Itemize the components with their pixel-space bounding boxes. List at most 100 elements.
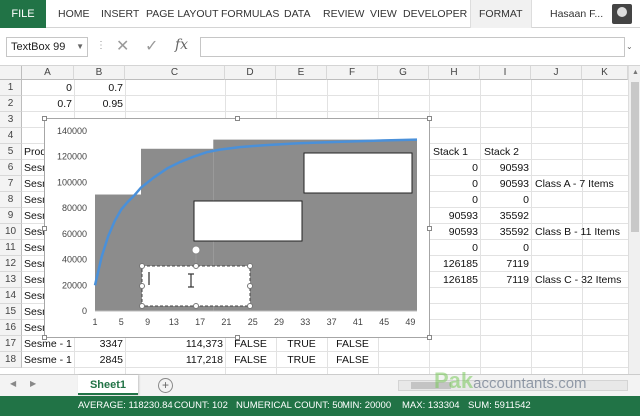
expand-formula-icon[interactable]: ⌄	[626, 42, 633, 51]
col-header-a[interactable]: A	[22, 66, 74, 80]
cell-h12[interactable]: 126185	[431, 256, 478, 272]
select-all-corner[interactable]	[0, 66, 22, 80]
chart-resize-handle[interactable]	[427, 335, 432, 340]
tab-developer[interactable]: DEVELOPER	[403, 0, 467, 28]
cell-h9[interactable]: 90593	[431, 208, 478, 224]
col-header-d[interactable]: D	[225, 66, 276, 80]
col-header-f[interactable]: F	[327, 66, 378, 80]
cell-i7[interactable]: 90593	[482, 176, 529, 192]
row-header-1[interactable]: 1	[0, 80, 22, 96]
cell-c18[interactable]: 117,218	[127, 352, 223, 368]
row-header-16[interactable]: 16	[0, 320, 22, 336]
cell-a18[interactable]: Sesme - 1	[24, 352, 74, 368]
chart-resize-handle[interactable]	[427, 116, 432, 121]
cell-i13[interactable]: 7119	[482, 272, 529, 288]
row-header-6[interactable]: 6	[0, 160, 22, 176]
row-header-3[interactable]: 3	[0, 112, 22, 128]
col-header-j[interactable]: J	[531, 66, 582, 80]
prev-sheet-icon[interactable]: ◀	[10, 379, 16, 388]
cell-h8[interactable]: 0	[431, 192, 478, 208]
row-header-9[interactable]: 9	[0, 208, 22, 224]
tab-formulas[interactable]: FORMULAS	[221, 0, 279, 28]
cell-i11[interactable]: 0	[482, 240, 529, 256]
col-header-i[interactable]: I	[480, 66, 531, 80]
sheet-tab-sheet1[interactable]: Sheet1	[78, 375, 138, 395]
chart-resize-handle[interactable]	[235, 116, 240, 121]
cell-h10[interactable]: 90593	[431, 224, 478, 240]
row-header-18[interactable]: 18	[0, 352, 22, 368]
cell-h13[interactable]: 126185	[431, 272, 478, 288]
cell-j13[interactable]: Class C - 32 Items	[535, 272, 628, 288]
insert-function-icon[interactable]: fx	[175, 37, 188, 53]
cell-h6[interactable]: 0	[431, 160, 478, 176]
tab-data[interactable]: DATA	[284, 0, 310, 28]
x-tick-label-2: 9	[145, 317, 150, 327]
row-header-15[interactable]: 15	[0, 304, 22, 320]
cell-j10[interactable]: Class B - 11 Items	[535, 224, 628, 240]
vertical-scroll-thumb[interactable]	[631, 82, 639, 232]
row-header-14[interactable]: 14	[0, 288, 22, 304]
check-icon[interactable]: ✓	[145, 36, 158, 56]
cell-d18[interactable]: FALSE	[225, 352, 276, 368]
cell-h5[interactable]: Stack 1	[433, 144, 479, 160]
chart-resize-handle[interactable]	[235, 335, 240, 340]
cell-f18[interactable]: FALSE	[327, 352, 378, 368]
tab-page-layout[interactable]: PAGE LAYOUT	[146, 0, 219, 28]
textbox-resize-handle	[193, 303, 199, 309]
add-sheet-button[interactable]: +	[158, 378, 173, 393]
col-header-e[interactable]: E	[276, 66, 327, 80]
cell-h7[interactable]: 0	[431, 176, 478, 192]
chart-resize-handle[interactable]	[42, 335, 47, 340]
chart-resize-handle[interactable]	[427, 226, 432, 231]
name-box[interactable]: TextBox 99 ▼	[6, 37, 88, 57]
cell-b2[interactable]: 0.95	[76, 96, 123, 112]
chart-resize-handle[interactable]	[42, 226, 47, 231]
row-header-8[interactable]: 8	[0, 192, 22, 208]
cell-i6[interactable]: 90593	[482, 160, 529, 176]
scroll-up-icon[interactable]: ▲	[632, 69, 639, 76]
chart-object[interactable]: 0 20000 40000 60000 80000 100000 120000 140000 1…	[42, 116, 432, 340]
cell-i10[interactable]: 35592	[482, 224, 529, 240]
cell-h11[interactable]: 0	[431, 240, 478, 256]
row-header-11[interactable]: 11	[0, 240, 22, 256]
row-header-17[interactable]: 17	[0, 336, 22, 352]
row-header-7[interactable]: 7	[0, 176, 22, 192]
col-header-h[interactable]: H	[429, 66, 480, 80]
cell-b18[interactable]: 2845	[76, 352, 123, 368]
cancel-icon[interactable]: ✕	[116, 36, 129, 56]
tab-insert[interactable]: INSERT	[101, 0, 139, 28]
tab-format[interactable]: FORMAT	[470, 0, 532, 28]
row-header-13[interactable]: 13	[0, 272, 22, 288]
tab-home[interactable]: HOME	[58, 0, 90, 28]
tab-view[interactable]: VIEW	[370, 0, 397, 28]
cell-j7[interactable]: Class A - 7 Items	[535, 176, 628, 192]
drag-handle-icon[interactable]: ⋮	[96, 40, 106, 51]
textbox-resize-handle	[247, 263, 253, 269]
cell-e18[interactable]: TRUE	[276, 352, 327, 368]
chart-resize-handle[interactable]	[42, 116, 47, 121]
row-header-10[interactable]: 10	[0, 224, 22, 240]
cell-i9[interactable]: 35592	[482, 208, 529, 224]
cell-a2[interactable]: 0.7	[24, 96, 72, 112]
user-name[interactable]: Hasaan F...	[550, 0, 603, 28]
cell-a1[interactable]: 0	[24, 80, 72, 96]
row-header-5[interactable]: 5	[0, 144, 22, 160]
row-header-12[interactable]: 12	[0, 256, 22, 272]
cell-i12[interactable]: 7119	[482, 256, 529, 272]
formula-input[interactable]	[200, 37, 625, 57]
next-sheet-icon[interactable]: ▶	[30, 379, 36, 388]
file-tab[interactable]: FILE	[0, 0, 46, 28]
tab-review[interactable]: REVIEW	[323, 0, 364, 28]
row-header-2[interactable]: 2	[0, 96, 22, 112]
row-header-4[interactable]: 4	[0, 128, 22, 144]
cell-i8[interactable]: 0	[482, 192, 529, 208]
col-header-k[interactable]: K	[582, 66, 628, 80]
vertical-scrollbar[interactable]: ▲	[628, 66, 640, 374]
avatar[interactable]	[612, 4, 632, 24]
chevron-down-icon[interactable]: ▼	[76, 38, 84, 56]
col-header-g[interactable]: G	[378, 66, 429, 80]
col-header-c[interactable]: C	[125, 66, 225, 80]
cell-i5[interactable]: Stack 2	[484, 144, 530, 160]
col-header-b[interactable]: B	[74, 66, 125, 80]
cell-b1[interactable]: 0.7	[76, 80, 123, 96]
